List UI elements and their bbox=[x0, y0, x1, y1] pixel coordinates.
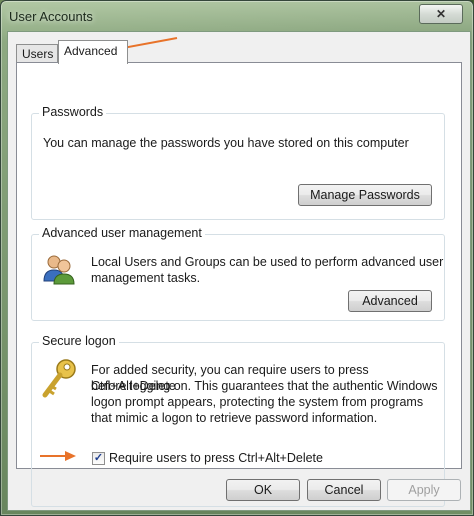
advanced-tab-panel: Passwords You can manage the passwords y… bbox=[16, 62, 462, 507]
dialog-client-area: Users Advanced Passwords You can manage … bbox=[7, 31, 471, 511]
passwords-description: You can manage the passwords you have st… bbox=[43, 136, 409, 150]
advanced-user-management-group: Advanced user management Local Users and… bbox=[31, 226, 445, 321]
secure-logon-description-line3: logon prompt appears, protecting the sys… bbox=[91, 395, 424, 409]
secure-logon-group-title: Secure logon bbox=[39, 334, 119, 348]
user-accounts-window: User Accounts ✕ Users Advanced Passwords… bbox=[0, 0, 474, 516]
annotation-arrow-checkbox bbox=[40, 451, 76, 461]
close-icon: ✕ bbox=[435, 7, 447, 21]
ok-button[interactable]: OK bbox=[226, 479, 300, 501]
window-title: User Accounts bbox=[9, 9, 93, 24]
checkmark-icon: ✓ bbox=[93, 452, 104, 464]
users-group-icon bbox=[43, 255, 75, 285]
manage-passwords-button[interactable]: Manage Passwords bbox=[298, 184, 432, 206]
apply-button[interactable]: Apply bbox=[387, 479, 461, 501]
tab-advanced[interactable]: Advanced bbox=[58, 40, 128, 64]
secure-logon-description-line4: that mimic a logon to retrieve password … bbox=[91, 411, 378, 425]
cancel-button[interactable]: Cancel bbox=[307, 479, 381, 501]
close-button[interactable]: ✕ bbox=[419, 4, 463, 24]
tab-users[interactable]: Users bbox=[16, 44, 58, 63]
key-icon bbox=[42, 359, 76, 398]
advanced-management-description-line1: Local Users and Groups can be used to pe… bbox=[91, 255, 444, 269]
advanced-management-group-title: Advanced user management bbox=[39, 226, 205, 240]
advanced-button[interactable]: Advanced bbox=[348, 290, 432, 312]
title-bar[interactable]: User Accounts ✕ bbox=[1, 1, 473, 33]
require-ctrl-alt-delete-label[interactable]: Require users to press Ctrl+Alt+Delete bbox=[109, 450, 323, 466]
secure-logon-description-line2: before logging on. This guarantees that … bbox=[91, 379, 438, 393]
advanced-management-description-line2: management tasks. bbox=[91, 271, 201, 285]
passwords-group-title: Passwords bbox=[39, 105, 107, 119]
passwords-group: Passwords You can manage the passwords y… bbox=[31, 105, 445, 220]
require-ctrl-alt-delete-checkbox[interactable]: ✓ bbox=[92, 452, 105, 465]
